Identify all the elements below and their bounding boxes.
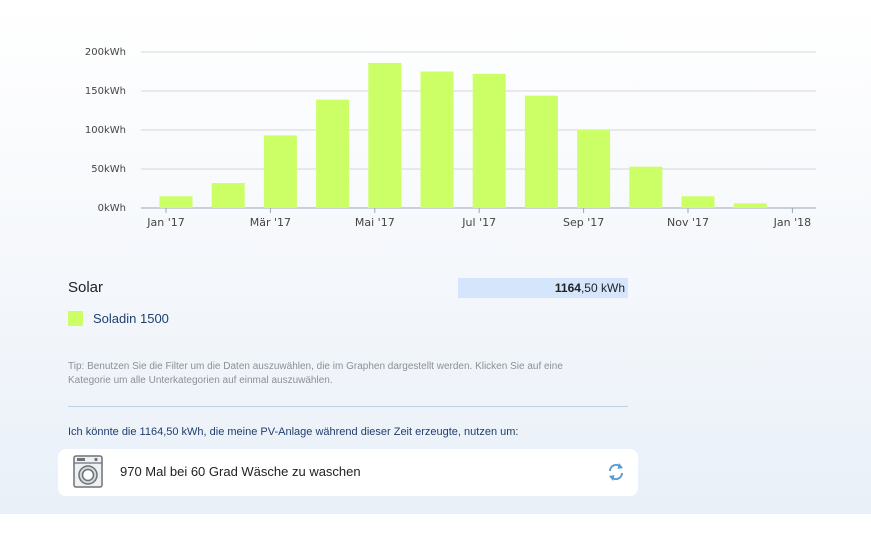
- bar: [368, 62, 402, 208]
- total-energy-integer: 1164: [554, 281, 581, 295]
- bar: [211, 183, 245, 208]
- usage-equivalent-text: 970 Mal bei 60 Grad Wäsche zu waschen: [120, 464, 361, 479]
- bar: [159, 196, 193, 208]
- washing-machine-icon: [73, 455, 103, 488]
- x-tick-label: Jul '17: [461, 216, 496, 229]
- usage-intro: Ich könnte die 1164,50 kWh, die meine PV…: [68, 426, 519, 438]
- bar: [733, 203, 767, 208]
- y-tick-label: 50kWh: [91, 164, 126, 175]
- x-tick-label: Jan '18: [773, 216, 811, 229]
- total-energy-value: 1164,50 kWh: [458, 278, 628, 298]
- summary-title: Solar: [68, 279, 104, 296]
- x-tick-label: Sep '17: [563, 216, 604, 229]
- x-tick-label: Mai '17: [355, 216, 395, 229]
- y-tick-label: 200kWh: [85, 47, 126, 58]
- divider: [68, 406, 628, 407]
- bar: [316, 99, 350, 208]
- x-tick-label: Nov '17: [667, 216, 709, 229]
- bar: [524, 95, 558, 208]
- bar: [263, 135, 297, 208]
- x-tick-label: Jan '17: [146, 216, 184, 229]
- legend-swatch: [68, 311, 83, 326]
- x-tick-label: Mär '17: [250, 216, 291, 229]
- total-energy-decimals: ,50: [580, 281, 598, 295]
- bar: [577, 130, 611, 208]
- y-tick-label: 100kWh: [85, 125, 126, 136]
- total-energy-unit: kWh: [597, 281, 625, 295]
- solar-report-panel: 0kWh 50kWh 100kWh 150kWh 200kWh Jan '17 Mär '1…: [0, 0, 871, 514]
- y-tick-label: 0kWh: [98, 203, 126, 214]
- usage-equivalent-card: 970 Mal bei 60 Grad Wäsche zu waschen: [58, 449, 638, 496]
- bar: [472, 73, 506, 208]
- bar: [420, 71, 454, 208]
- monthly-energy-bar-chart: 0kWh 50kWh 100kWh 150kWh 200kWh Jan '17 Mär '1…: [85, 47, 816, 229]
- y-tick-label: 150kWh: [85, 86, 126, 97]
- filter-tip: Tip: Benutzen Sie die Filter um die Date…: [68, 361, 563, 386]
- legend-label: Soladin 1500: [93, 311, 169, 326]
- refresh-icon[interactable]: [607, 462, 625, 482]
- bar: [629, 166, 663, 208]
- bar: [681, 196, 715, 208]
